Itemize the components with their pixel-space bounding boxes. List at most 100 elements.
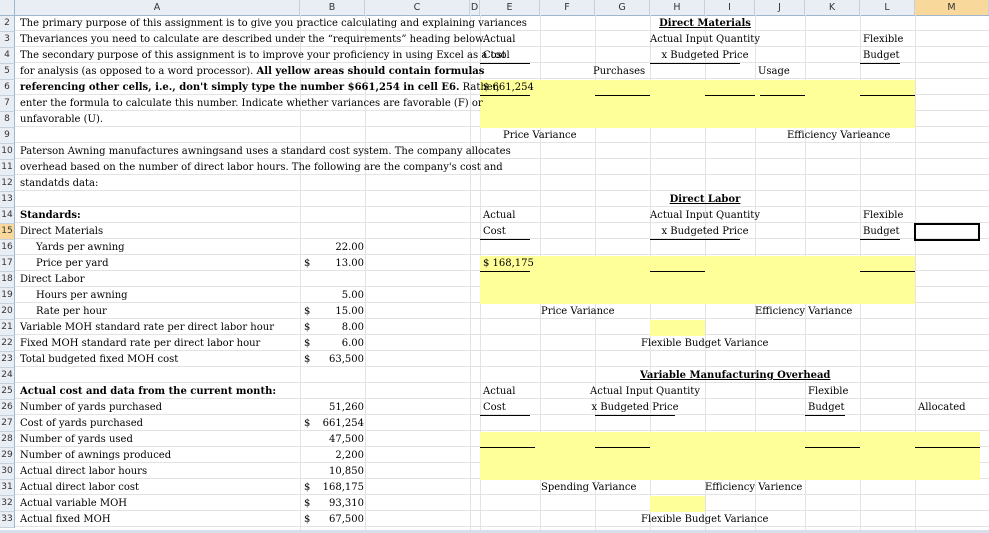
- vmoh-block-title: Variable Manufacturing Overhead: [640, 370, 831, 381]
- standards-title: Standards:: [20, 210, 81, 221]
- row-header-21[interactable]: 21: [0, 320, 15, 336]
- row-header-26[interactable]: 26: [0, 400, 15, 416]
- col-header-d[interactable]: D: [470, 0, 480, 15]
- dm-aiq-label: Actual Input Quantity: [650, 34, 760, 45]
- row-header-16[interactable]: 16: [0, 240, 15, 256]
- row-header-12[interactable]: 12: [0, 176, 15, 192]
- hours-per-awning-label: Hours per awning: [36, 290, 128, 301]
- awnings-produced-label: Number of awnings produced: [20, 450, 172, 461]
- yards-per-awning-label: Yards per awning: [36, 242, 125, 253]
- col-header-e[interactable]: E: [480, 0, 540, 15]
- row-header-19[interactable]: 19: [0, 288, 15, 304]
- yards-purchased-value: 51,260: [329, 402, 364, 413]
- yards-used-label: Number of yards used: [20, 434, 133, 445]
- dm-input-area[interactable]: [480, 80, 915, 128]
- actual-vmoh-label: Actual variable MOH: [20, 498, 128, 509]
- actual-fmoh-label: Actual fixed MOH: [20, 514, 111, 525]
- instructions-line-6: enter the formula to calculate this numb…: [20, 98, 483, 109]
- row-header-24[interactable]: 24: [0, 368, 15, 384]
- standards-dm-label: Direct Materials: [20, 226, 104, 237]
- vmoh-allocated-label: Allocated: [918, 402, 966, 413]
- row-header-32[interactable]: 32: [0, 496, 15, 512]
- row-header-17[interactable]: 17: [0, 256, 15, 272]
- cost-yards-value: 661,254: [322, 418, 364, 429]
- row-header-15[interactable]: 15: [0, 224, 15, 240]
- col-header-b[interactable]: B: [300, 0, 365, 15]
- dm-budget-label: Budget: [863, 50, 900, 61]
- dm-price-variance-label: Price Variance: [503, 130, 577, 141]
- dl-flexible-label: Flexible: [863, 210, 904, 221]
- dl-aiq-label: Actual Input Quantity: [650, 210, 760, 221]
- row-header-30[interactable]: 30: [0, 464, 15, 480]
- row-header-9[interactable]: 9: [0, 128, 15, 144]
- dl-input-area[interactable]: [480, 256, 915, 304]
- vmoh-flex-variance-label: Flexible Budget Variance: [641, 514, 769, 525]
- row-header-27[interactable]: 27: [0, 416, 15, 432]
- col-header-i[interactable]: I: [705, 0, 755, 15]
- vmoh-xbp-label: x Budgeted Price: [591, 402, 679, 413]
- company-line-2: overhead based on the number of direct l…: [20, 162, 503, 173]
- column-header-bar: A B C D E F G H I J K L M: [0, 0, 989, 16]
- col-header-h[interactable]: H: [650, 0, 705, 15]
- row-header-4[interactable]: 4: [0, 48, 15, 64]
- dm-actual-cost-value[interactable]: $ 661,254: [483, 81, 534, 95]
- row-header-14[interactable]: 14: [0, 208, 15, 224]
- select-all-corner[interactable]: [0, 0, 15, 15]
- row-header-29[interactable]: 29: [0, 448, 15, 464]
- row-header-18[interactable]: 18: [0, 272, 15, 288]
- row-header-2[interactable]: 2: [0, 16, 15, 32]
- total-fmoh-label: Total budgeted fixed MOH cost: [20, 354, 179, 365]
- standards-dl-label: Direct Labor: [20, 274, 85, 285]
- row-header-28[interactable]: 28: [0, 432, 15, 448]
- instructions-line-5: referencing other cells, i.e., don't sim…: [20, 82, 500, 93]
- col-header-g[interactable]: G: [595, 0, 650, 15]
- actual-title: Actual cost and data from the current mo…: [20, 386, 277, 397]
- instructions-line-2: Thevariances you need to calculate are d…: [20, 34, 486, 45]
- col-header-l[interactable]: L: [860, 0, 915, 15]
- row-header-25[interactable]: 25: [0, 384, 15, 400]
- hours-per-awning-value: 5.00: [341, 290, 364, 301]
- row-header-23[interactable]: 23: [0, 352, 15, 368]
- dl-flex-variance-cell[interactable]: [650, 320, 705, 336]
- vmoh-efficiency-variance-label: Efficiency Varience: [705, 482, 803, 493]
- row-header-7[interactable]: 7: [0, 96, 15, 112]
- row-header-20[interactable]: 20: [0, 304, 15, 320]
- col-header-m[interactable]: M: [915, 0, 989, 15]
- yards-used-value: 47,500: [329, 434, 364, 445]
- fmoh-rate-value: 6.00: [341, 338, 364, 349]
- dm-flexible-label: Flexible: [863, 34, 904, 45]
- row-header-10[interactable]: 10: [0, 144, 15, 160]
- row-header-3[interactable]: 3: [0, 32, 15, 48]
- row-header-8[interactable]: 8: [0, 112, 15, 128]
- col-header-f[interactable]: F: [540, 0, 595, 15]
- vmoh-flex-variance-cell[interactable]: [650, 496, 705, 512]
- col-header-k[interactable]: K: [805, 0, 860, 15]
- dl-actual-cost-value[interactable]: $ 168,175: [483, 257, 534, 271]
- row-header-33[interactable]: 33: [0, 512, 15, 528]
- row-header-11[interactable]: 11: [0, 160, 15, 176]
- dl-block-title: Direct Labor: [669, 194, 741, 205]
- dl-budget-label: Budget: [863, 226, 900, 237]
- actual-fmoh-value: 67,500: [329, 514, 364, 525]
- selected-cell-m15[interactable]: [914, 223, 980, 241]
- row-header-22[interactable]: 22: [0, 336, 15, 352]
- col-header-j[interactable]: J: [755, 0, 805, 15]
- col-header-a[interactable]: A: [15, 0, 300, 15]
- total-fmoh-value: 63,500: [329, 354, 364, 365]
- row-header-31[interactable]: 31: [0, 480, 15, 496]
- vmoh-input-area[interactable]: [480, 432, 980, 480]
- row-header-5[interactable]: 5: [0, 64, 15, 80]
- col-header-c[interactable]: C: [365, 0, 470, 15]
- price-per-yard-label: Price per yard: [36, 258, 109, 269]
- vmoh-budget-label: Budget: [808, 402, 845, 413]
- company-line-3: standatds data:: [20, 178, 99, 189]
- dl-hours-value: 10,850: [329, 466, 364, 477]
- dm-xbp-label: x Budgeted Price: [661, 50, 749, 61]
- row-header-6[interactable]: 6: [0, 80, 15, 96]
- instructions-line-1: The primary purpose of this assignment i…: [20, 18, 527, 29]
- dm-efficiency-variance-label: Efficiency Varieance: [787, 130, 891, 141]
- dl-cost-value: 168,175: [322, 482, 364, 493]
- rate-per-hour-label: Rate per hour: [36, 306, 107, 317]
- vmoh-rate-value: 8.00: [341, 322, 364, 333]
- row-header-13[interactable]: 13: [0, 192, 15, 208]
